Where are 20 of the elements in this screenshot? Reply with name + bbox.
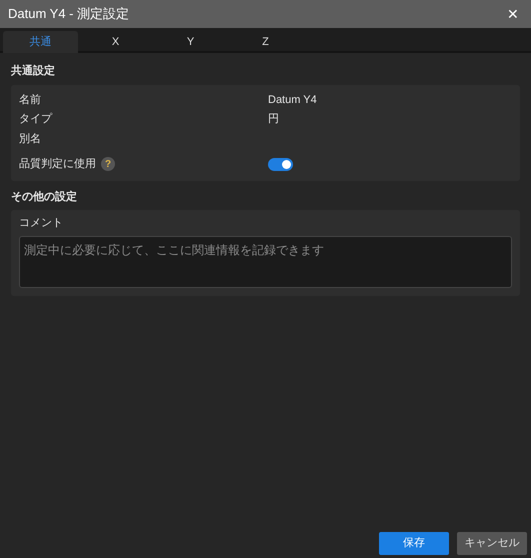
field-label: 別名 [19, 132, 41, 146]
tab[interactable]: 共通 [3, 31, 78, 53]
tab[interactable]: Y [153, 31, 228, 53]
window-title: Datum Y4 - 測定設定 [8, 5, 130, 24]
comment-label: コメント [19, 216, 64, 230]
toggle-switch[interactable] [268, 158, 293, 170]
help-icon[interactable]: ? [101, 157, 115, 171]
comment-field[interactable]: 測定中に必要に応じて、ここに関連情報を記録できます [19, 236, 512, 288]
section-heading: その他の設定 [11, 190, 78, 205]
field-label: 名前 [19, 92, 41, 108]
save-button[interactable]: 保存 [379, 532, 449, 555]
field-label: 品質判定に使用 [19, 156, 96, 172]
close-button[interactable]: ✕ [507, 7, 519, 21]
tab[interactable]: Z [228, 31, 303, 53]
section-heading: 共通設定 [11, 64, 56, 79]
cancel-button[interactable]: キャンセル [457, 532, 527, 555]
field-label: タイプ [19, 112, 52, 127]
field-value: 円 [268, 112, 279, 127]
tab[interactable]: X [78, 31, 153, 53]
field-value: Datum Y4 [268, 92, 317, 108]
